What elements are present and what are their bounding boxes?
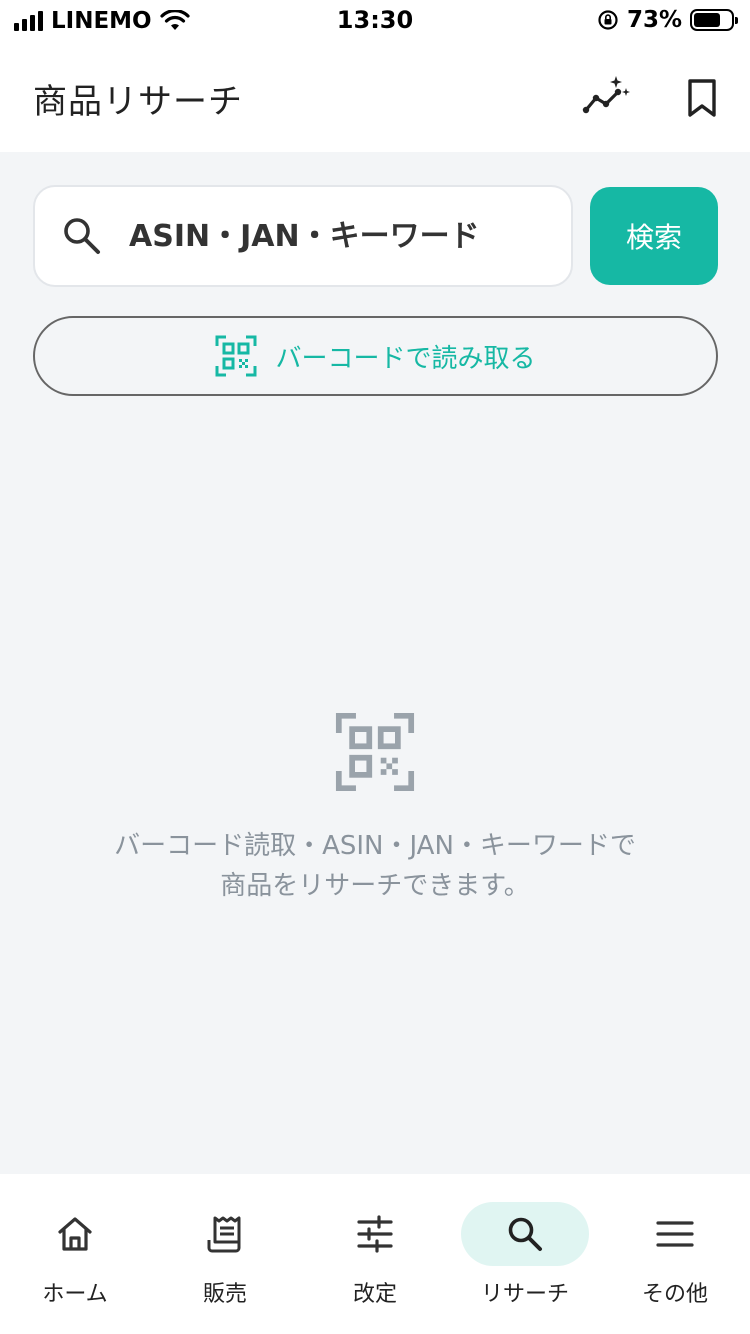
nav-item-research[interactable]: リサーチ: [450, 1174, 600, 1334]
nav-label-other: その他: [641, 1282, 708, 1307]
trend-sparkle-button[interactable]: [582, 74, 630, 122]
nav-item-home[interactable]: ホーム: [0, 1174, 150, 1334]
search-button[interactable]: 検索: [590, 187, 718, 285]
nav-label-revise: 改定: [352, 1282, 397, 1307]
nav-label-research: リサーチ: [480, 1282, 569, 1307]
rotation-lock-icon: [598, 10, 618, 30]
search-icon: [64, 218, 100, 254]
search-input[interactable]: [129, 187, 559, 285]
nav-item-sales[interactable]: 販売: [150, 1174, 300, 1334]
empty-state-line-2: 商品をリサーチできます。: [220, 871, 530, 901]
status-bar: LINEMO 13:30 73%: [0, 0, 750, 40]
app-header: 商品リサーチ: [0, 40, 750, 152]
qr-code-icon: [215, 335, 257, 377]
nav-item-revise[interactable]: 改定: [300, 1174, 450, 1334]
bottom-nav: ホーム 販売 改定 リサーチ その他: [0, 1174, 750, 1334]
qr-code-icon: [335, 712, 415, 792]
empty-state-message: バーコード読取・ASIN・JAN・キーワードで 商品をリサーチできます。: [0, 826, 750, 906]
bookmark-button[interactable]: [678, 74, 726, 122]
nav-label-sales: 販売: [202, 1282, 247, 1307]
home-icon: [45, 1204, 105, 1264]
search-field[interactable]: [33, 185, 573, 287]
barcode-scan-label: バーコードで読み取る: [275, 343, 536, 374]
battery-percent: 73%: [626, 7, 682, 33]
bookmark-icon: [688, 79, 716, 117]
sliders-icon: [345, 1204, 405, 1264]
search-icon: [495, 1204, 555, 1264]
trend-sparkle-icon: [582, 76, 630, 114]
nav-item-other[interactable]: その他: [600, 1174, 750, 1334]
status-right: 73%: [597, 7, 738, 33]
receipt-icon: [195, 1204, 255, 1264]
barcode-scan-button[interactable]: バーコードで読み取る: [33, 316, 718, 396]
page-title: 商品リサーチ: [33, 82, 243, 122]
nav-label-home: ホーム: [42, 1282, 108, 1307]
battery-icon: [690, 9, 738, 31]
empty-state-line-1: バーコード読取・ASIN・JAN・キーワードで: [114, 831, 636, 861]
menu-icon: [645, 1204, 705, 1264]
